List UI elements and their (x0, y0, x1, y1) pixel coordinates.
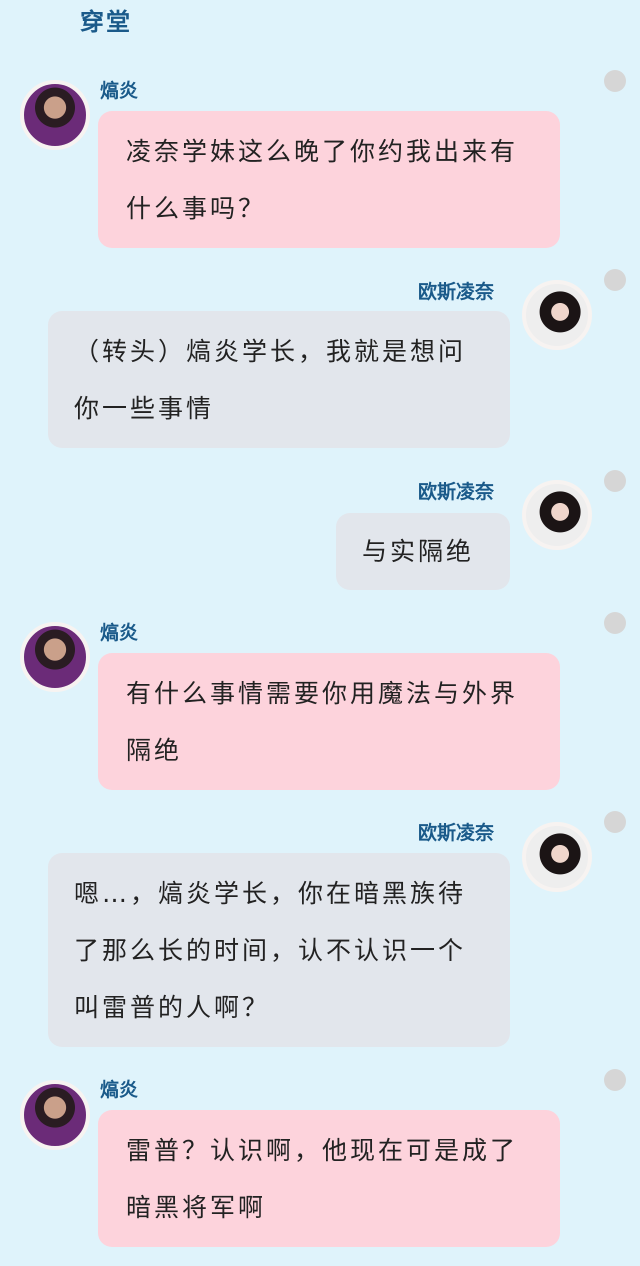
avatar[interactable] (20, 80, 90, 150)
message-bubble: （转头）熇炎学长，我就是想问你一些事情 (48, 311, 510, 448)
sender-name: 欧斯凌奈 (418, 281, 495, 303)
avatar[interactable] (522, 280, 592, 350)
sender-name: 熇炎 (100, 80, 139, 102)
status-dot-icon (604, 70, 626, 92)
status-dot-icon (604, 811, 626, 833)
avatar[interactable] (20, 622, 90, 692)
status-dot-icon (604, 470, 626, 492)
avatar[interactable] (522, 480, 592, 550)
message-bubble: 嗯…，熇炎学长，你在暗黑族待了那么长的时间，认不认识一个叫雷普的人啊？ (48, 853, 510, 1047)
message-bubble: 凌奈学妹这么晚了你约我出来有什么事吗？ (98, 111, 560, 248)
message-bubble: 雷普？认识啊，他现在可是成了暗黑将军啊 (98, 1110, 560, 1247)
page-title: 穿堂 (80, 8, 132, 36)
avatar[interactable] (20, 1080, 90, 1150)
sender-name: 欧斯凌奈 (418, 822, 495, 844)
avatar[interactable] (522, 822, 592, 892)
message-bubble: 与实隔绝 (336, 513, 510, 590)
sender-name: 熇炎 (100, 622, 139, 644)
message-bubble: 有什么事情需要你用魔法与外界隔绝 (98, 653, 560, 790)
status-dot-icon (604, 1069, 626, 1091)
status-dot-icon (604, 269, 626, 291)
status-dot-icon (604, 612, 626, 634)
sender-name: 熇炎 (100, 1079, 139, 1101)
sender-name: 欧斯凌奈 (418, 481, 495, 503)
